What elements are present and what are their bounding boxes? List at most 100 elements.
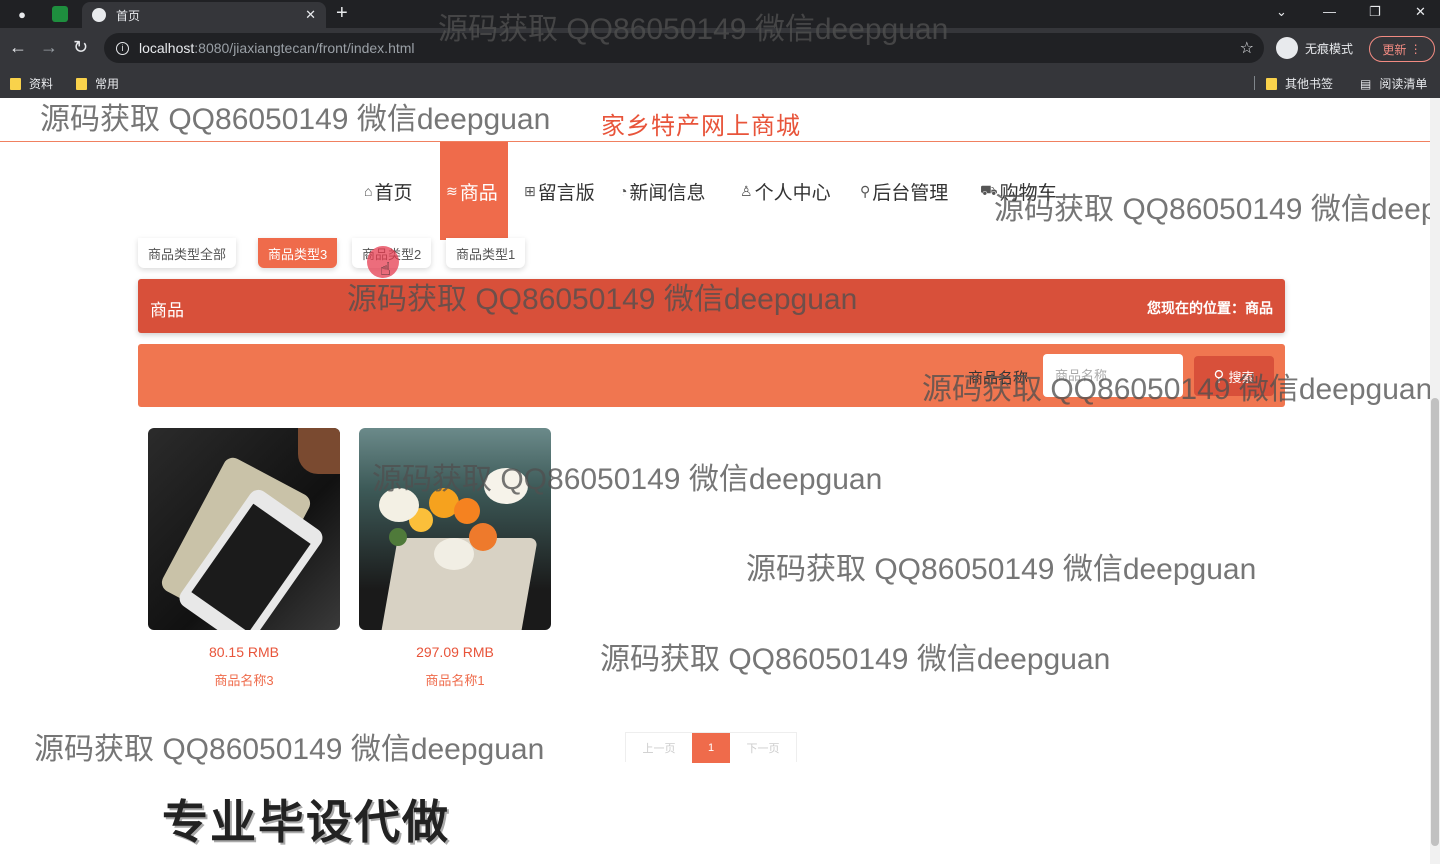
page-number-button[interactable]: 1 xyxy=(692,733,730,763)
home-icon: ⌂ xyxy=(364,183,373,199)
search-panel: 商品名称 ⚲搜索 xyxy=(138,344,1285,407)
nav-item-products[interactable]: ≋ 商品 xyxy=(440,142,508,240)
bookmark-label: 资料 xyxy=(29,77,54,91)
search-input[interactable] xyxy=(1043,354,1183,397)
browser-logo-icon: ● xyxy=(18,6,26,22)
flower-shape xyxy=(454,498,480,524)
incognito-icon xyxy=(1276,37,1298,59)
product-image-flowers[interactable] xyxy=(359,428,551,630)
bookmark-folder[interactable]: 资料 xyxy=(10,75,53,92)
product-name[interactable]: 商品名称3 xyxy=(148,670,340,689)
nav-item-messages[interactable]: ⊞ 留言版 xyxy=(524,142,595,240)
cart-icon: ⛟ xyxy=(980,181,998,198)
product-card[interactable]: 297.09 RMB 商品名称1 xyxy=(359,428,551,689)
main-nav: ⌂ 首页 ≋ 商品 ⊞ 留言版 ◔ 新闻信息 ♙ 个人中心 ⚲ 后台管理 ⛟ 购物车 xyxy=(0,142,1430,240)
update-button[interactable]: 更新 ⋮ xyxy=(1369,36,1435,62)
site-title: 家乡特产网上商城 xyxy=(601,113,801,140)
flower-shape xyxy=(434,538,474,570)
reading-list-icon: ▤ xyxy=(1360,76,1372,91)
dashboard-icon: ◔ xyxy=(619,183,628,199)
bookmark-label: 阅读清单 xyxy=(1379,77,1428,91)
bookmark-label: 常用 xyxy=(95,77,120,91)
category-tab-3[interactable]: 商品类型3 xyxy=(258,238,338,268)
browser-tab[interactable]: 首页 ✕ xyxy=(82,2,326,28)
search-label: 商品名称 xyxy=(968,370,1029,387)
category-tab-all[interactable]: 商品类型全部 xyxy=(138,238,237,268)
product-price: 297.09 RMB xyxy=(416,644,494,660)
breadcrumb: 商品 您现在的位置：商品 xyxy=(138,279,1285,333)
nav-label: 留言版 xyxy=(537,182,595,204)
nav-item-admin[interactable]: ⚲ 后台管理 xyxy=(860,142,948,240)
product-image-phone[interactable] xyxy=(148,428,340,630)
bookmark-separator xyxy=(1254,76,1255,90)
user-icon: ♙ xyxy=(740,182,753,199)
pagination: 上一页 1 下一页 xyxy=(625,732,797,763)
nav-item-home[interactable]: ⌂ 首页 xyxy=(364,142,412,240)
back-icon[interactable]: ← xyxy=(9,37,27,57)
prev-page-button[interactable]: 上一页 xyxy=(626,733,692,763)
forward-icon[interactable]: → xyxy=(40,37,58,57)
gift-icon: ⊞ xyxy=(524,182,536,199)
flower-shape xyxy=(469,523,497,551)
other-bookmarks[interactable]: 其他书签 xyxy=(1266,75,1333,92)
incognito-indicator[interactable]: 无痕模式 xyxy=(1276,37,1353,59)
bookmark-label: 其他书签 xyxy=(1285,77,1334,91)
globe-icon xyxy=(92,8,106,22)
url-path: :8080/jiaxiangtecan/front/index.html xyxy=(194,40,415,56)
category-tab-1[interactable]: 商品类型1 xyxy=(446,238,526,268)
folder-icon xyxy=(10,77,21,90)
next-page-button[interactable]: 下一页 xyxy=(730,733,796,763)
product-price: 80.15 RMB xyxy=(208,644,280,660)
close-window-icon[interactable]: ✕ xyxy=(1415,4,1426,20)
link-icon: ⚲ xyxy=(860,182,871,199)
url-host: localhost xyxy=(139,40,195,56)
reload-icon[interactable]: ↻ xyxy=(73,37,88,57)
site-info-icon[interactable]: i xyxy=(116,41,129,55)
reading-list[interactable]: ▤ 阅读清单 xyxy=(1360,75,1427,92)
nav-label: 新闻信息 xyxy=(629,182,706,204)
tab-search-icon[interactable]: ⌄ xyxy=(1276,4,1287,20)
layers-icon: ≋ xyxy=(446,182,458,199)
watch-shape xyxy=(298,428,340,474)
page-scrollbar[interactable] xyxy=(1430,98,1440,864)
search-button-label: 搜索 xyxy=(1228,369,1255,385)
folder-icon xyxy=(1266,77,1277,90)
update-label: 更新 xyxy=(1382,42,1407,57)
tab-title: 首页 xyxy=(116,8,141,23)
promo-text: 专业毕设代做 xyxy=(162,796,450,848)
product-card[interactable]: 80.15 RMB 商品名称3 xyxy=(148,428,340,689)
search-button[interactable]: ⚲ 搜索 xyxy=(1194,356,1274,396)
current-location: 您现在的位置：商品 xyxy=(1147,300,1273,316)
page-title: 商品 xyxy=(150,301,184,320)
watermark-text: 源码获取 QQ86050149 微信deepguan xyxy=(600,643,1111,676)
app-tab-icon[interactable] xyxy=(52,6,68,22)
nav-label: 首页 xyxy=(374,182,413,204)
nav-item-cart[interactable]: ⛟ 购物车 xyxy=(980,142,1057,240)
incognito-label: 无痕模式 xyxy=(1305,41,1354,56)
nav-label: 后台管理 xyxy=(872,182,949,204)
watermark-text: 源码获取 QQ86050149 微信deepguan xyxy=(34,733,545,766)
bookmark-star-icon[interactable]: ☆ xyxy=(1240,38,1254,58)
search-icon: ⚲ xyxy=(1213,368,1225,385)
flower-shape xyxy=(484,468,528,504)
product-name[interactable]: 商品名称1 xyxy=(359,670,551,689)
minimize-icon[interactable]: — xyxy=(1323,4,1336,19)
nav-label: 商品 xyxy=(459,182,498,204)
nav-item-profile[interactable]: ♙ 个人中心 xyxy=(740,142,831,240)
restore-icon[interactable]: ❐ xyxy=(1369,4,1381,20)
bookmarks-bar: 资料 常用 其他书签 ▤ 阅读清单 xyxy=(0,68,1440,98)
browser-titlebar: ● 首页 ✕ + ⌄ — ❐ ✕ xyxy=(0,0,1440,28)
scrollbar-thumb[interactable] xyxy=(1431,398,1439,846)
watermark-text: 源码获取 QQ86050149 微信deepguan xyxy=(746,553,1257,586)
nav-label: 购物车 xyxy=(999,182,1057,204)
bookmark-folder[interactable]: 常用 xyxy=(76,75,119,92)
browser-toolbar: ← → ↻ i localhost:8080/jiaxiangtecan/fro… xyxy=(0,28,1440,68)
nav-label: 个人中心 xyxy=(754,182,831,204)
new-tab-icon[interactable]: + xyxy=(336,3,348,23)
folder-icon xyxy=(76,77,87,90)
close-tab-icon[interactable]: ✕ xyxy=(305,7,316,23)
nav-item-news[interactable]: ◔ 新闻信息 xyxy=(619,142,705,240)
address-bar[interactable]: i localhost:8080/jiaxiangtecan/front/ind… xyxy=(104,33,1264,63)
hand-cursor-icon: ☝ xyxy=(380,259,391,279)
leaf-shape xyxy=(389,528,407,546)
